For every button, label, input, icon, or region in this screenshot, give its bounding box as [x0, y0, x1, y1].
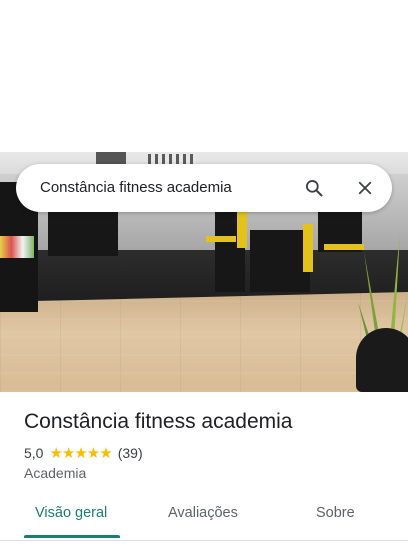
tab-about[interactable]: Sobre: [316, 505, 355, 521]
photo-yellow-pad-3: [237, 210, 247, 248]
photo-yellow-pad-1: [206, 236, 236, 242]
tab-reviews[interactable]: Avaliações: [168, 505, 238, 521]
photo-rubber-floor: [0, 250, 408, 300]
blank-header-area: [0, 0, 408, 152]
rating-stars: ★★★★★: [49, 445, 112, 462]
tab-bar: Visão geral Avaliações Sobre: [0, 500, 408, 541]
photo-yellow-pad-2: [303, 224, 313, 272]
active-tab-indicator: [24, 535, 120, 538]
photo-machine-1: [48, 212, 118, 256]
tab-overview[interactable]: Visão geral: [35, 505, 107, 521]
rating-row[interactable]: 5,0 ★★★★★ (39): [24, 444, 143, 462]
place-category[interactable]: Academia: [24, 465, 86, 481]
photo-shelf-items: [0, 236, 34, 258]
place-title: Constância fitness academia: [24, 410, 293, 433]
search-bar[interactable]: Constância fitness academia: [16, 164, 392, 212]
photo-machine-3: [250, 230, 310, 292]
review-count[interactable]: (39): [118, 445, 143, 461]
clear-search-button[interactable]: [353, 176, 377, 200]
search-icon: [306, 180, 323, 197]
search-input[interactable]: Constância fitness academia: [40, 179, 232, 196]
photo-plant-pot: [356, 328, 408, 392]
close-icon: [358, 181, 372, 195]
photo-wood-floor: [0, 292, 408, 392]
rating-value: 5,0: [24, 445, 44, 461]
search-button[interactable]: [302, 176, 326, 200]
